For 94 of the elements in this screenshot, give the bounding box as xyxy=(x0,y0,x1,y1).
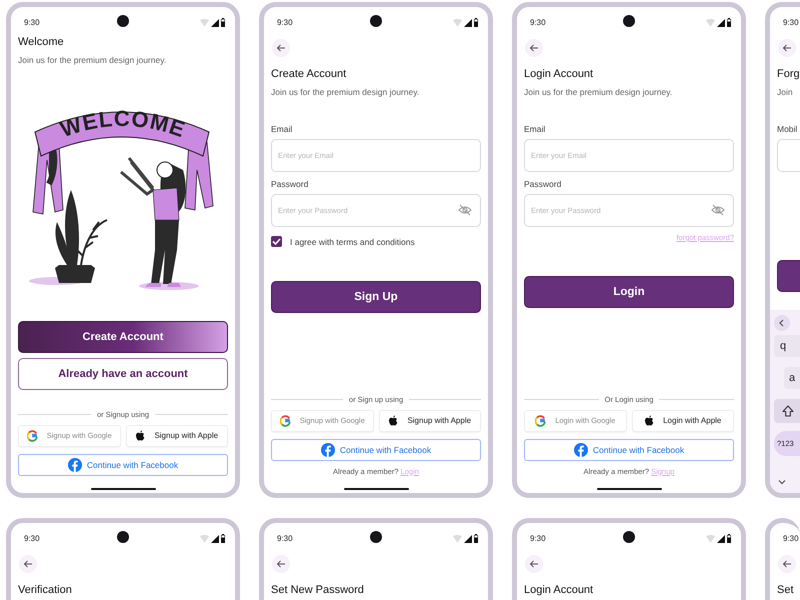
back-arrow-icon xyxy=(23,559,33,569)
screen-title: Set xyxy=(777,583,795,597)
screen-subtitle: Join us for the premium design journey. xyxy=(271,86,420,98)
screen-title: Login Account xyxy=(524,583,594,597)
front-camera xyxy=(117,15,129,27)
status-time: 9:30 xyxy=(24,534,40,542)
back-button[interactable] xyxy=(272,555,290,573)
front-camera xyxy=(370,531,382,543)
screen-subtitle: Join xyxy=(777,86,794,98)
banner-text: WELCOME xyxy=(57,106,189,142)
wifi-icon xyxy=(200,18,209,26)
chevron-down-icon xyxy=(777,477,787,487)
battery-icon xyxy=(727,534,731,542)
back-arrow-icon xyxy=(782,43,792,53)
apple-icon xyxy=(644,415,654,426)
battery-icon xyxy=(474,18,478,26)
facebook-icon xyxy=(574,442,588,456)
back-button[interactable] xyxy=(19,555,37,573)
back-button[interactable] xyxy=(525,39,543,57)
checkbox[interactable] xyxy=(271,236,282,247)
status-time: 9:30 xyxy=(783,18,799,26)
facebook-button[interactable]: Continue with Facebook xyxy=(524,438,734,460)
back-arrow-icon xyxy=(276,43,286,53)
status-time: 9:30 xyxy=(783,534,799,542)
wifi-icon xyxy=(453,18,462,26)
screen-title: Forg xyxy=(777,67,800,81)
checkbox-label: I agree with terms and conditions xyxy=(290,236,415,246)
apple-button[interactable]: Login with Apple xyxy=(632,410,734,432)
status-time: 9:30 xyxy=(277,18,293,26)
field-label: Email xyxy=(524,123,546,135)
field-label: Password xyxy=(271,178,310,190)
facebook-button[interactable]: Continue with Facebook xyxy=(271,438,481,460)
primary-button[interactable]: Sign Up xyxy=(271,281,481,313)
google-icon xyxy=(280,414,291,426)
primary-button[interactable]: Login xyxy=(524,276,734,308)
signal-icon xyxy=(464,534,472,542)
wifi-icon xyxy=(453,534,462,542)
shift-icon xyxy=(782,405,794,417)
eye-off-icon xyxy=(711,204,725,216)
battery-icon xyxy=(474,534,478,542)
battery-icon xyxy=(221,534,225,542)
screen-title: Welcome xyxy=(18,35,65,49)
screen-title: Verification xyxy=(18,583,73,597)
keyboard-back-button[interactable] xyxy=(774,315,790,331)
apple-icon xyxy=(135,430,146,441)
back-arrow-icon xyxy=(276,559,286,569)
apple-button[interactable]: Signup with Apple xyxy=(378,410,481,432)
keyboard-hide-button[interactable] xyxy=(777,477,787,487)
keyboard-key[interactable]: q xyxy=(774,335,800,357)
status-time: 9:30 xyxy=(530,534,546,542)
back-button[interactable] xyxy=(525,555,543,573)
eye-off-icon xyxy=(458,204,472,216)
wifi-icon xyxy=(706,534,715,542)
signal-icon xyxy=(464,18,472,26)
front-camera xyxy=(117,531,129,543)
screen-subtitle: Join us for the premium design journey. xyxy=(524,86,674,98)
check-icon xyxy=(271,236,282,247)
back-arrow-icon xyxy=(529,559,539,569)
google-icon xyxy=(535,414,546,426)
status-time: 9:30 xyxy=(277,534,293,542)
wifi-icon xyxy=(200,534,209,542)
battery-icon xyxy=(727,18,731,26)
signal-icon xyxy=(717,534,725,542)
back-arrow-icon xyxy=(529,43,539,53)
screen-title: Create Account xyxy=(271,67,348,81)
front-camera xyxy=(370,15,382,27)
back-button[interactable] xyxy=(778,555,796,573)
status-time: 9:30 xyxy=(24,18,40,26)
apple-button[interactable]: Signup with Apple xyxy=(126,424,228,446)
front-camera xyxy=(623,15,635,27)
facebook-button[interactable]: Continue with Facebook xyxy=(18,454,228,476)
apple-icon xyxy=(388,415,398,426)
back-button[interactable] xyxy=(778,39,796,57)
field-label: Password xyxy=(524,178,562,190)
screen-title: Set New Password xyxy=(271,583,365,597)
field-label: Email xyxy=(271,123,294,135)
keyboard-key[interactable]: a xyxy=(784,367,800,389)
google-icon xyxy=(26,430,38,442)
signal-icon xyxy=(717,18,725,26)
signal-icon xyxy=(211,18,219,26)
secondary-button[interactable]: Already have an account xyxy=(18,358,228,390)
front-camera xyxy=(623,531,635,543)
wifi-icon xyxy=(706,18,715,26)
screen-subtitle: Join us for the premium design journey. xyxy=(18,54,168,66)
facebook-icon xyxy=(68,458,82,472)
facebook-icon xyxy=(320,442,335,456)
status-time: 9:30 xyxy=(530,18,546,26)
primary-button[interactable]: Create Account xyxy=(18,321,228,353)
signal-icon xyxy=(211,534,219,542)
field-label: Mobil xyxy=(777,123,798,135)
back-arrow-icon xyxy=(782,559,792,569)
back-button[interactable] xyxy=(272,39,290,57)
battery-icon xyxy=(221,18,225,26)
screen-title: Login Account xyxy=(524,67,594,81)
